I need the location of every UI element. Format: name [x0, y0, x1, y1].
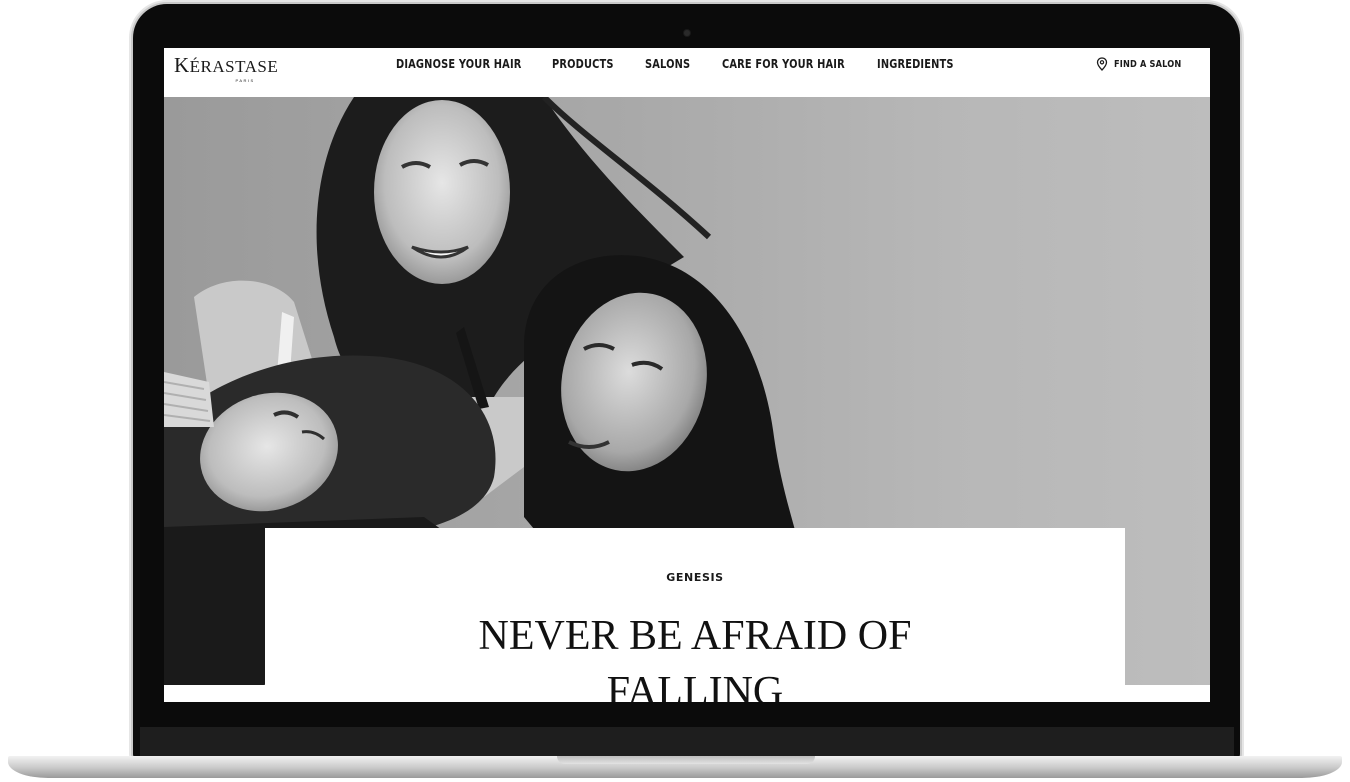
laptop-bottom-bezel — [140, 727, 1234, 757]
hero-headline: NEVER BE AFRAID OF FALLING — [265, 608, 1125, 702]
nav-salons[interactable]: SALONS — [645, 56, 690, 72]
hero-text-card: GENESIS NEVER BE AFRAID OF FALLING — [265, 528, 1125, 702]
nav-care-for-your-hair[interactable]: CARE FOR YOUR HAIR — [722, 56, 845, 72]
laptop-base-notch — [557, 756, 815, 764]
top-navigation: KÉRASTASE PARIS DIAGNOSE YOUR HAIR PRODU… — [164, 48, 1210, 97]
nav-products[interactable]: PRODUCTS — [552, 56, 614, 72]
logo-initial: K — [174, 53, 190, 77]
nav-ingredients[interactable]: INGREDIENTS — [877, 56, 954, 72]
laptop-mockup: KÉRASTASE PARIS DIAGNOSE YOUR HAIR PRODU… — [0, 0, 1350, 782]
hero-headline-line-2: FALLING — [606, 669, 784, 702]
find-a-salon-link[interactable]: FIND A SALON — [1096, 55, 1196, 73]
location-pin-icon — [1096, 57, 1108, 71]
hero-headline-line-1: NEVER BE AFRAID OF — [478, 613, 912, 659]
kerastase-logo[interactable]: KÉRASTASE PARIS — [174, 54, 278, 84]
logo-rest: ÉRASTASE — [189, 57, 279, 76]
camera-dot — [684, 30, 690, 36]
logo-subtitle: PARIS — [235, 78, 255, 83]
hero-eyebrow: GENESIS — [666, 571, 724, 584]
nav-diagnose-your-hair[interactable]: DIAGNOSE YOUR HAIR — [396, 56, 522, 72]
find-a-salon-label: FIND A SALON — [1114, 58, 1182, 70]
website-screen: KÉRASTASE PARIS DIAGNOSE YOUR HAIR PRODU… — [164, 48, 1210, 702]
